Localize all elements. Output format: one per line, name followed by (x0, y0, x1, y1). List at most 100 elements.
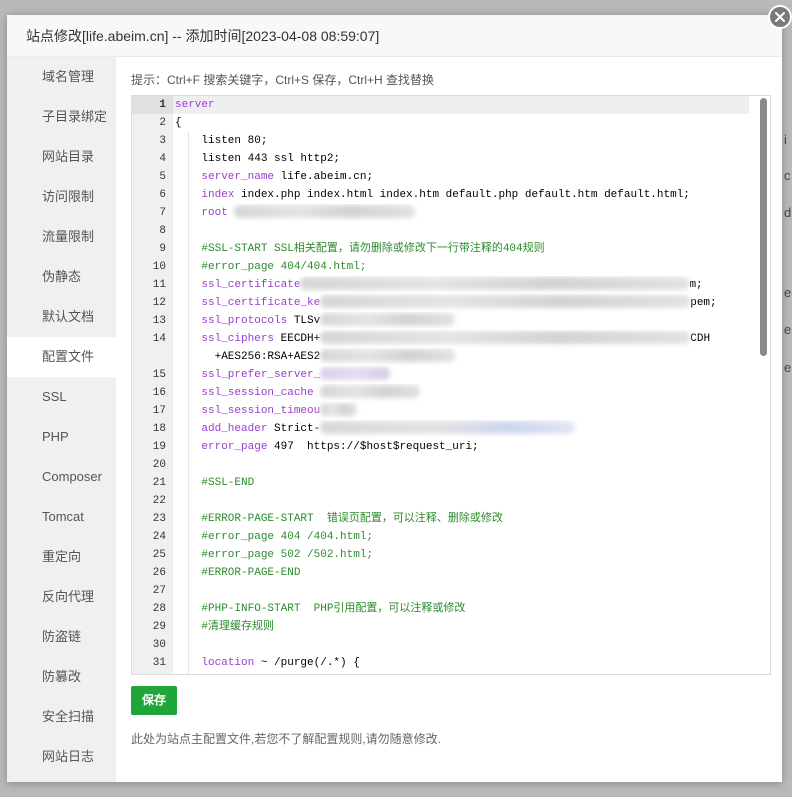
sidebar-item-label: 域名管理 (42, 69, 95, 84)
sidebar-item-label: 网站目录 (42, 149, 95, 164)
code-line[interactable]: 27 (132, 582, 749, 600)
sidebar-item-tamper-protection[interactable]: 防篡改 (7, 657, 116, 697)
code-comment: #SSL-END (175, 477, 255, 489)
background-page-fragment: c (784, 168, 791, 183)
code-line[interactable]: 10 #error_page 404/404.html; (132, 258, 749, 276)
line-number: 8 (159, 225, 166, 237)
code-line[interactable]: 23 #ERROR-PAGE-START 错误页配置，可以注释、删除或修改 (132, 510, 749, 528)
code-content: #PHP-INFO-START PHP引用配置，可以注释或修改 (173, 600, 749, 618)
code-text: { (175, 117, 182, 129)
config-editor[interactable]: 1 server 2{3 listen 80; 4 listen 443 ssl ht… (131, 95, 771, 675)
code-line[interactable]: 16 ssl_session_cache (132, 384, 749, 402)
code-line[interactable]: 5 server_name life.abeim.cn; (132, 168, 749, 186)
line-number: 28 (152, 603, 166, 615)
code-line[interactable]: 11 ssl_certificate m; (132, 276, 749, 294)
redacted-text (320, 385, 421, 398)
code-content: #error_page 502 /502.html; (173, 546, 749, 564)
code-text: index.php index.html index.htm default.p… (234, 189, 690, 201)
code-line[interactable]: 18 add_header Strict- (132, 420, 749, 438)
code-content: #SSL-START SSL相关配置，请勿删除或修改下一行带注释的404规则 (173, 240, 749, 258)
code-line[interactable]: 29 #清理缓存规则 (132, 618, 749, 636)
sidebar-item-subdirectory-binding[interactable]: 子目录绑定 (7, 97, 116, 137)
sidebar-item-ssl[interactable]: SSL (7, 377, 116, 417)
sidebar-item-hotlink-protection[interactable]: 防盗链 (7, 617, 116, 657)
code-keyword: ssl_prefer_server_ (201, 369, 321, 381)
code-line[interactable]: 1 server (132, 96, 749, 114)
code-line[interactable]: 15 ssl_prefer_server_ (132, 366, 749, 384)
line-number: 13 (152, 315, 166, 327)
code-line[interactable]: 22 (132, 492, 749, 510)
code-keyword: root (201, 207, 228, 219)
sidebar-item-security-scan[interactable]: 安全扫描 (7, 697, 116, 737)
code-line[interactable]: 19 error_page 497 https://$host$request_… (132, 438, 749, 456)
code-comment: #PHP-INFO-START PHP引用配置，可以注释或修改 (175, 603, 466, 615)
close-button[interactable] (768, 5, 792, 29)
background-page-fragment: e (784, 360, 792, 375)
code-line[interactable]: 31 location ~ /purge(/.*) { (132, 654, 749, 672)
code-content: index index.php index.html index.htm def… (173, 186, 749, 204)
code-line[interactable]: 12 ssl_certificate_ke pem; (132, 294, 749, 312)
code-comment: #error_page 404/404.html; (175, 261, 367, 273)
code-line[interactable]: 8 (132, 222, 749, 240)
code-comment: #error_page 502 /502.html; (175, 549, 374, 561)
code-line[interactable]: 28 #PHP-INFO-START PHP引用配置，可以注释或修改 (132, 600, 749, 618)
code-line[interactable]: 24 #error_page 404 /404.html; (132, 528, 749, 546)
sidebar-item-domain-management[interactable]: 域名管理 (7, 57, 116, 97)
code-lines[interactable]: 1 server 2{3 listen 80; 4 listen 443 ssl ht… (132, 96, 749, 672)
line-number: 11 (152, 279, 166, 291)
code-line[interactable]: 14 ssl_ciphers EECDH+ CDH (132, 330, 749, 348)
code-line[interactable]: 17 ssl_session_timeou (132, 402, 749, 420)
code-line[interactable]: 6 index index.php index.html index.htm d… (132, 186, 749, 204)
code-line[interactable]: 30 (132, 636, 749, 654)
sidebar-item-traffic-limit[interactable]: 流量限制 (7, 217, 116, 257)
line-number: 10 (152, 261, 166, 273)
sidebar-item-redirect[interactable]: 重定向 (7, 537, 116, 577)
redacted-text (320, 403, 358, 416)
redacted-text (320, 313, 456, 326)
sidebar-item-label: 防篡改 (42, 669, 82, 684)
sidebar-item-label: 默认文档 (42, 309, 95, 324)
code-text: TLSv (287, 315, 321, 327)
code-line[interactable]: 9 #SSL-START SSL相关配置，请勿删除或修改下一行带注释的404规则 (132, 240, 749, 258)
code-content: { (173, 114, 749, 132)
sidebar-item-access-restriction[interactable]: 访问限制 (7, 177, 116, 217)
code-line[interactable]: 3 listen 80; (132, 132, 749, 150)
sidebar-item-site-directory[interactable]: 网站目录 (7, 137, 116, 177)
code-line[interactable]: 4 listen 443 ssl http2; (132, 150, 749, 168)
sidebar-item-label: Composer (42, 469, 102, 484)
code-content (173, 492, 749, 510)
sidebar-item-rewrite-rules[interactable]: 伪静态 (7, 257, 116, 297)
code-line[interactable]: 21 #SSL-END (132, 474, 749, 492)
sidebar-item-reverse-proxy[interactable]: 反向代理 (7, 577, 116, 617)
code-line-continuation[interactable]: +AES256:RSA+AES2 (132, 348, 749, 366)
code-line[interactable]: 25 #error_page 502 /502.html; (132, 546, 749, 564)
code-content: #ERROR-PAGE-START 错误页配置，可以注释、删除或修改 (173, 510, 749, 528)
background-page-fragment: e (784, 322, 792, 337)
code-line[interactable]: 13 ssl_protocols TLSv (132, 312, 749, 330)
editor-scrollbar[interactable] (760, 98, 767, 356)
sidebar-item-composer[interactable]: Composer (7, 457, 116, 497)
sidebar-item-config-file[interactable]: 配置文件 (7, 337, 116, 377)
code-comment: #ERROR-PAGE-END (175, 567, 301, 579)
site-config-dialog: 站点修改[life.abeim.cn] -- 添加时间[2023-04-08 0… (7, 15, 782, 782)
code-line[interactable]: 26 #ERROR-PAGE-END (132, 564, 749, 582)
code-line[interactable]: 20 (132, 456, 749, 474)
sidebar-item-tomcat[interactable]: Tomcat (7, 497, 116, 537)
line-number: 25 (152, 549, 166, 561)
save-button[interactable]: 保存 (131, 686, 177, 715)
line-number: 26 (152, 567, 166, 579)
code-content: ssl_certificate_ke pem; (173, 294, 749, 312)
code-line[interactable]: 2{ (132, 114, 749, 132)
code-content: #error_page 404 /404.html; (173, 528, 749, 546)
sidebar-item-site-logs[interactable]: 网站日志 (7, 737, 116, 777)
code-line[interactable]: 7 root (132, 204, 749, 222)
dialog-title-bar[interactable]: 站点修改[life.abeim.cn] -- 添加时间[2023-04-08 0… (7, 15, 782, 57)
sidebar-item-label: 访问限制 (42, 189, 95, 204)
sidebar-item-default-document[interactable]: 默认文档 (7, 297, 116, 337)
sidebar-item-php[interactable]: PHP (7, 417, 116, 457)
